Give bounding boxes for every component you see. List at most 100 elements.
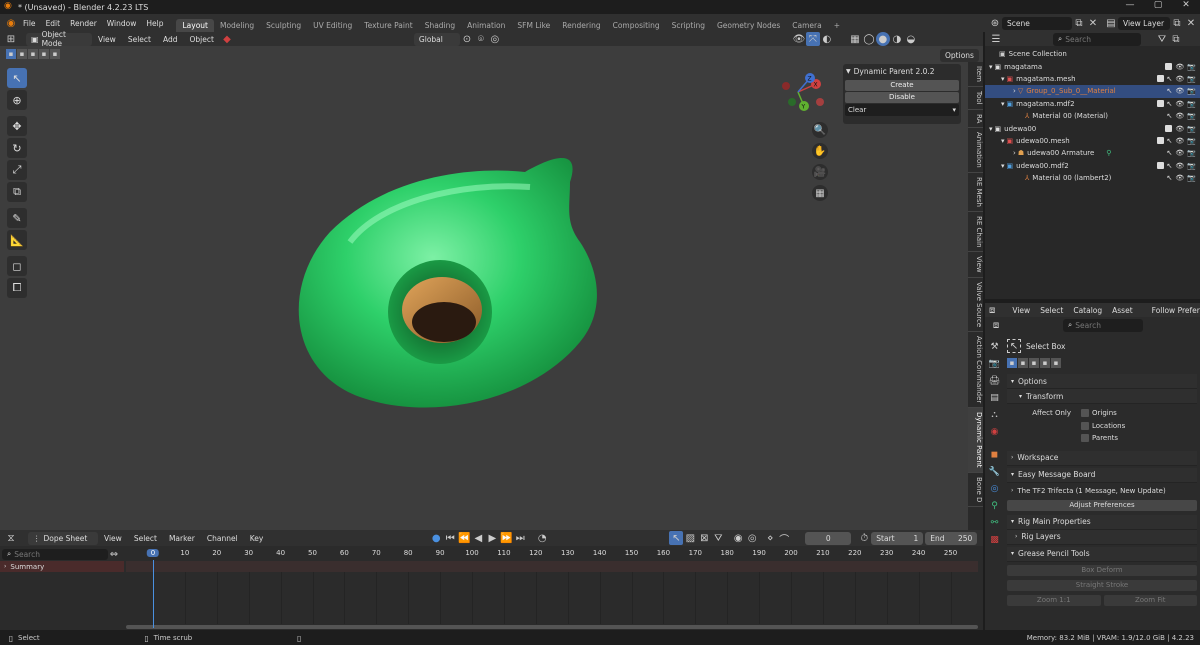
timeline-scrollbar[interactable] bbox=[126, 625, 978, 629]
workspace-section[interactable]: › Workspace bbox=[1007, 450, 1197, 466]
summary-channel[interactable]: › Summary bbox=[0, 561, 124, 572]
new-scene-icon[interactable]: ⧉ bbox=[1072, 16, 1086, 30]
select-arrow-icon[interactable]: ↖ bbox=[1167, 174, 1173, 182]
tab-scripting[interactable]: Scripting bbox=[666, 19, 711, 32]
select-arrow-icon[interactable]: ↖ bbox=[1167, 75, 1173, 83]
3d-viewport[interactable]: ▪ ▪ ▪ ▪ ▪ Options ↖ ⊕ ✥ ↻ ⤢ ⧉ ✎ 📐 ◻ ⧠ X … bbox=[0, 46, 983, 530]
mode-intersect-icon[interactable]: ▪ bbox=[1051, 358, 1061, 368]
jump-start-icon[interactable]: ⏮ bbox=[443, 531, 457, 545]
xray-icon[interactable]: ▦ bbox=[848, 32, 862, 46]
ds-menu-channel[interactable]: Channel bbox=[201, 534, 244, 543]
asset-menu-select[interactable]: Select bbox=[1035, 306, 1068, 315]
outliner-row-material-00[interactable]: ⅄ Material 00 (Material) ↖ 👁 📷 bbox=[985, 110, 1200, 122]
asset-menu-catalog[interactable]: Catalog bbox=[1068, 306, 1107, 315]
camera-icon[interactable]: 📷 bbox=[1187, 125, 1196, 133]
view-layer-field[interactable]: View Layer bbox=[1118, 16, 1170, 30]
tab-dynamic-parent[interactable]: Dynamic Parent bbox=[968, 408, 983, 473]
prev-key-icon[interactable]: ⏪ bbox=[457, 531, 471, 545]
straight-stroke-button[interactable]: Straight Stroke bbox=[1007, 579, 1197, 591]
texture-tab-icon[interactable]: ▩ bbox=[987, 532, 1002, 547]
checkbox-icon[interactable] bbox=[1165, 62, 1173, 70]
vp-menu-add[interactable]: Add bbox=[157, 35, 184, 44]
jump-end-icon[interactable]: ⏭ bbox=[513, 531, 527, 545]
cursor-tool-icon[interactable]: ⊕ bbox=[7, 90, 27, 110]
object-tab-icon[interactable]: ◼ bbox=[987, 447, 1002, 462]
modifier-tab-icon[interactable]: 🔧 bbox=[987, 464, 1002, 479]
zoom-1-1-button[interactable]: Zoom 1:1 bbox=[1007, 594, 1101, 606]
camera-icon[interactable]: 📷 bbox=[1187, 63, 1196, 71]
menu-edit[interactable]: Edit bbox=[41, 19, 66, 28]
tab-animation[interactable]: Animation bbox=[461, 19, 511, 32]
delete-view-layer-icon[interactable]: ✕ bbox=[1184, 16, 1198, 30]
sync-icon[interactable]: ⇔ bbox=[108, 547, 120, 561]
mode-invert-icon[interactable]: ▪ bbox=[1040, 358, 1050, 368]
maximize-icon[interactable]: ▢ bbox=[1144, 0, 1172, 10]
play-reverse-icon[interactable]: ◀ bbox=[471, 531, 485, 545]
follow-preferences[interactable]: Follow Prefere bbox=[1152, 306, 1200, 315]
mode-subtract-icon[interactable]: ▪ bbox=[1029, 358, 1039, 368]
tab-compositing[interactable]: Compositing bbox=[607, 19, 666, 32]
proportional-icon[interactable]: ◎ bbox=[745, 531, 759, 545]
tab-item[interactable]: Item bbox=[968, 62, 983, 87]
outliner-search[interactable]: ⌕ Search bbox=[1053, 32, 1141, 46]
particles-tab-icon[interactable]: ◎ bbox=[987, 481, 1002, 496]
editor-type-icon[interactable]: ⧖ bbox=[4, 531, 18, 545]
select-intersect-icon[interactable]: ▪ bbox=[50, 49, 60, 59]
menu-help[interactable]: Help bbox=[141, 19, 168, 28]
snap-icon[interactable]: ⌾ bbox=[474, 32, 488, 46]
origins-checkbox[interactable] bbox=[1081, 409, 1089, 418]
rig-main-section[interactable]: ▾ Rig Main Properties bbox=[1007, 514, 1197, 530]
camera-icon[interactable]: 📷 bbox=[1187, 100, 1196, 108]
outliner-row-magatama-mesh[interactable]: ▾ ▣ magatama.mesh ↖ 👁 📷 bbox=[985, 73, 1200, 85]
channel-search[interactable]: ⌕ Search bbox=[2, 548, 108, 560]
options-button[interactable]: Options bbox=[940, 49, 979, 62]
tab-valve-source[interactable]: Valve Source bbox=[968, 278, 983, 332]
tab-uv-editing[interactable]: UV Editing bbox=[307, 19, 358, 32]
solid-shading-icon[interactable]: ● bbox=[875, 32, 890, 46]
visibility-icon[interactable]: 👁 bbox=[792, 32, 806, 46]
menu-file[interactable]: File bbox=[18, 19, 41, 28]
eye-icon[interactable]: 👁 bbox=[1175, 87, 1184, 95]
tab-tool[interactable]: Tool bbox=[968, 87, 983, 110]
properties-search[interactable]: ⌕ Search bbox=[1063, 318, 1143, 332]
outliner-row-udewa00-mesh[interactable]: ▾ ▣ udewa00.mesh ↖ 👁 📷 bbox=[985, 135, 1200, 147]
plugin-icon[interactable]: ◆ bbox=[220, 32, 234, 46]
frame-ruler[interactable]: 0 10 20 30 40 50 60 70 80 90 100 110 120 130 140 150 160… bbox=[126, 547, 978, 560]
next-key-icon[interactable]: ⏩ bbox=[499, 531, 513, 545]
perspective-grid-icon[interactable]: ▦ bbox=[812, 185, 828, 201]
eye-icon[interactable]: 👁 bbox=[1175, 137, 1184, 145]
asset-menu-view[interactable]: View bbox=[1007, 306, 1035, 315]
ds-menu-select[interactable]: Select bbox=[128, 534, 163, 543]
tab-re-mesh[interactable]: RE Mesh bbox=[968, 173, 983, 212]
constraints-tab-icon[interactable]: ⚯ bbox=[987, 515, 1002, 530]
trifecta-row[interactable]: › The TF2 Trifecta (1 Message, New Update… bbox=[1007, 483, 1197, 499]
camera-icon[interactable]: 📷 bbox=[1187, 149, 1196, 157]
scene-field[interactable]: Scene bbox=[1002, 16, 1072, 30]
rotate-tool-icon[interactable]: ↻ bbox=[7, 138, 27, 158]
magatama-model[interactable] bbox=[280, 112, 600, 412]
record-icon[interactable]: ● bbox=[429, 531, 443, 545]
orientation-select[interactable]: Global bbox=[413, 32, 460, 46]
select-arrow-icon[interactable]: ↖ bbox=[1167, 87, 1173, 95]
adjust-preferences-button[interactable]: Adjust Preferences bbox=[1007, 499, 1197, 511]
playhead[interactable] bbox=[153, 560, 154, 628]
select-arrow-icon[interactable]: ↖ bbox=[1167, 112, 1173, 120]
camera-icon[interactable]: 📷 bbox=[1187, 137, 1196, 145]
outliner-row-udewa00-armature[interactable]: › ☗ udewa00 Armature ⚲ ↖ 👁 📷 bbox=[985, 147, 1200, 159]
keyframe-area[interactable] bbox=[126, 572, 978, 624]
zoom-fit-button[interactable]: Zoom Fit bbox=[1103, 594, 1197, 606]
select-subtract-icon[interactable]: ▪ bbox=[28, 49, 38, 59]
output-tab-icon[interactable]: 🖨 bbox=[987, 373, 1002, 388]
only-errors-icon[interactable]: ⊠ bbox=[697, 531, 711, 545]
parents-checkbox[interactable] bbox=[1081, 434, 1089, 443]
collapse-icon[interactable]: ▼ bbox=[846, 68, 851, 75]
playback-icon[interactable]: ◔ bbox=[535, 531, 549, 545]
eye-icon[interactable]: 👁 bbox=[1175, 162, 1184, 170]
checkbox-icon[interactable] bbox=[1156, 99, 1164, 107]
outliner-row-udewa00-mdf2[interactable]: ▾ ▣ udewa00.mdf2 ↖ 👁 📷 bbox=[985, 160, 1200, 172]
tab-texture-paint[interactable]: Texture Paint bbox=[358, 19, 418, 32]
outliner-row-udewa00[interactable]: ▾ ▣ udewa00 👁 📷 bbox=[985, 122, 1200, 134]
tab-layout[interactable]: Layout bbox=[176, 19, 214, 32]
ds-menu-marker[interactable]: Marker bbox=[163, 534, 201, 543]
select-arrow-icon[interactable]: ↖ bbox=[1167, 100, 1173, 108]
